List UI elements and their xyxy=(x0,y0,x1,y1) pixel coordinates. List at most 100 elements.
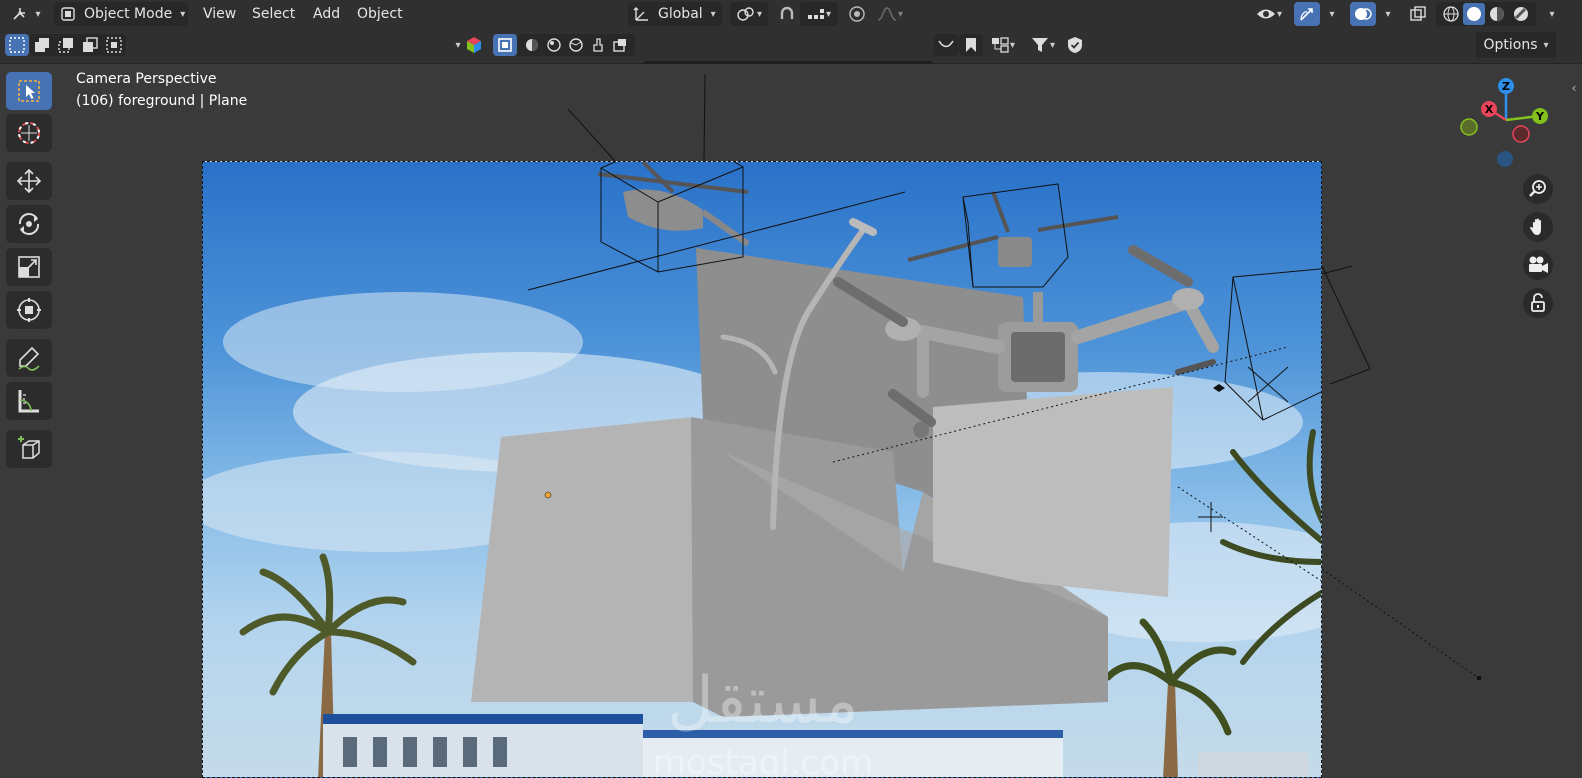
options-label: Options xyxy=(1483,37,1538,53)
display-mode-dropdown[interactable]: ▾ xyxy=(984,34,1022,56)
select-intersect-icon[interactable] xyxy=(105,36,123,54)
material-filter-icon[interactable] xyxy=(524,37,540,53)
falloff-dropdown[interactable]: ▾ xyxy=(872,2,908,26)
editor-type-button[interactable]: ▾ xyxy=(6,3,46,25)
restrict-toggle[interactable] xyxy=(1064,34,1086,56)
transform-icon xyxy=(17,298,41,322)
sidebar-toggle[interactable]: ‹ xyxy=(1566,80,1582,96)
viewport-editor-icon xyxy=(13,8,26,20)
xray-icon xyxy=(1410,6,1426,21)
tool-select-box[interactable] xyxy=(6,72,52,110)
tool-move[interactable] xyxy=(6,162,52,200)
menu-view[interactable]: View xyxy=(203,0,236,27)
lock-open-icon xyxy=(1531,293,1545,312)
chevron-left-icon: ‹ xyxy=(1571,81,1577,95)
world-filter-icon[interactable] xyxy=(568,37,584,53)
select-invert-icon[interactable] xyxy=(81,36,99,54)
eye-icon xyxy=(1256,9,1275,19)
brush-filter-icon[interactable] xyxy=(590,37,606,53)
chevron-down-icon: ▾ xyxy=(1049,39,1056,51)
snap-target-dropdown[interactable]: ▾ xyxy=(800,2,838,26)
menu-object[interactable]: Object xyxy=(357,0,403,27)
object-mode-icon xyxy=(61,7,75,21)
tool-rotate[interactable] xyxy=(6,205,52,243)
add-cube-icon xyxy=(18,436,40,459)
mesh-square-icon xyxy=(498,38,512,52)
overlays-toggle[interactable] xyxy=(1350,2,1376,26)
bookmark-icon xyxy=(966,38,976,52)
select-new-button[interactable] xyxy=(5,34,29,56)
ruler-icon xyxy=(18,390,39,413)
tool-settings-header: ▾ ▾ ▾ Options ▾ xyxy=(0,27,1582,83)
watermark-arabic: مستقل xyxy=(667,664,859,738)
pan-button[interactable] xyxy=(1523,212,1553,242)
mode-dropdown[interactable]: Object Mode ▾ xyxy=(54,2,188,26)
camera-view-frame: مستقل mostaql.com xyxy=(202,161,1322,778)
shape-key-button[interactable] xyxy=(934,34,958,56)
viewport-header: ▾ Object Mode ▾ View Select Add Object G… xyxy=(0,0,1582,27)
select-new-icon xyxy=(9,37,25,53)
gizmo-dropdown[interactable]: ▾ xyxy=(1322,2,1342,26)
mode-label: Object Mode xyxy=(84,6,173,22)
move-arrows-icon xyxy=(16,168,42,194)
falloff-curve-icon xyxy=(877,7,897,21)
hand-icon xyxy=(1530,218,1541,235)
tool-add-cube[interactable] xyxy=(6,430,52,468)
select-box-cursor-icon xyxy=(18,80,40,102)
navigation-gizmo[interactable]: Z X Y xyxy=(1460,74,1550,174)
lock-view-button[interactable] xyxy=(1523,288,1553,318)
rendered-shading-icon[interactable] xyxy=(1512,5,1530,23)
gizmo-toggle[interactable] xyxy=(1294,2,1320,26)
shading-dropdown[interactable]: ▾ xyxy=(1540,2,1564,26)
hierarchy-icon xyxy=(991,37,1009,53)
chevron-down-icon: ▾ xyxy=(710,8,716,20)
menu-add[interactable]: Add xyxy=(313,0,340,27)
zoom-button[interactable] xyxy=(1523,174,1553,204)
menu-select[interactable]: Select xyxy=(252,0,295,27)
select-extend-icon[interactable] xyxy=(33,36,51,54)
tool-cursor[interactable] xyxy=(6,114,52,152)
object-filter-group xyxy=(517,34,635,56)
texture-filter-icon[interactable] xyxy=(546,37,562,53)
shading-mode-group xyxy=(1436,2,1536,26)
visibility-dropdown[interactable]: ▾ xyxy=(1250,2,1288,26)
chevron-down-icon: ▾ xyxy=(35,8,41,20)
camera-view-button[interactable] xyxy=(1523,250,1553,280)
funnel-icon xyxy=(1031,38,1048,52)
options-dropdown[interactable]: Options ▾ xyxy=(1476,32,1556,58)
shield-check-icon xyxy=(1068,37,1082,53)
pivot-point-dropdown[interactable]: ▾ xyxy=(730,2,768,26)
chevron-down-icon: ▾ xyxy=(1009,39,1016,51)
tool-transform[interactable] xyxy=(6,291,52,329)
filter-mesh-button[interactable] xyxy=(493,34,517,56)
camera-icon xyxy=(1529,256,1548,273)
tool-scale[interactable] xyxy=(6,248,52,286)
select-subtract-icon[interactable] xyxy=(57,36,75,54)
overlays-dropdown[interactable]: ▾ xyxy=(1378,2,1398,26)
chevron-down-icon: ▾ xyxy=(897,8,904,20)
solid-shading-button[interactable] xyxy=(1463,3,1485,25)
snap-toggle[interactable] xyxy=(774,2,800,26)
color-cube-icon xyxy=(466,37,481,53)
3d-viewport[interactable]: Camera Perspective (106) foreground | Pl… xyxy=(0,64,1582,778)
bookmark-button[interactable] xyxy=(959,34,983,56)
proportional-editing-toggle[interactable] xyxy=(844,2,870,26)
rotate-icon xyxy=(18,213,40,235)
xray-toggle[interactable] xyxy=(1406,2,1430,26)
3d-cursor-icon xyxy=(18,122,40,144)
select-mode-group xyxy=(30,34,126,56)
tool-measure[interactable] xyxy=(6,382,52,420)
filter-dropdown[interactable]: ▾ xyxy=(1024,34,1062,56)
orientation-axis-icon xyxy=(633,7,648,21)
material-shading-icon[interactable] xyxy=(1488,5,1506,23)
object-type-filter-dropdown[interactable]: ▾ xyxy=(450,34,488,56)
chevron-down-icon: ▾ xyxy=(180,8,186,20)
transform-orientation-dropdown[interactable]: Global ▾ xyxy=(628,2,722,26)
chevron-down-icon: ▾ xyxy=(1385,8,1391,20)
asset-filter-icon[interactable] xyxy=(612,37,628,53)
chevron-down-icon: ▾ xyxy=(1276,8,1283,20)
zoom-in-icon xyxy=(1529,180,1546,197)
wireframe-shading-icon[interactable] xyxy=(1442,5,1460,23)
chevron-down-icon: ▾ xyxy=(756,8,763,20)
tool-annotate[interactable] xyxy=(6,339,52,377)
